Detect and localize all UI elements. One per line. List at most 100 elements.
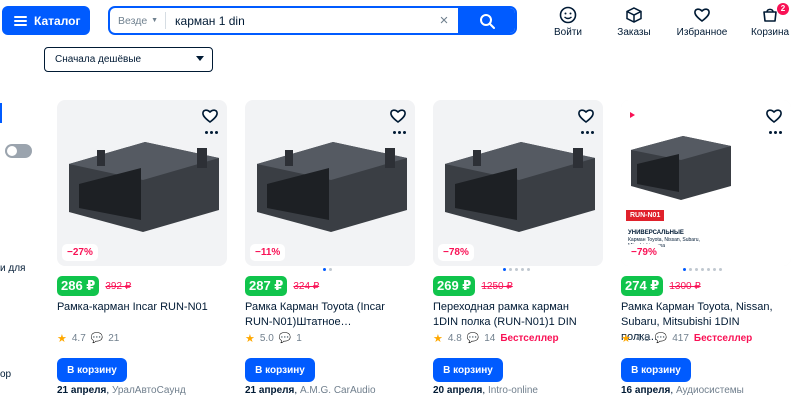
old-price: 1250 ₽ — [481, 280, 513, 292]
search-bar: Везде ▼ × — [108, 6, 517, 35]
rating-row: ★ 4.8 💬 417 Бестселлер — [621, 332, 752, 345]
image-pager — [683, 268, 722, 271]
product-image[interactable]: −78% — [433, 100, 603, 266]
nav-cart[interactable]: 2 Корзина — [750, 3, 790, 38]
price-row: 269 ₽ 1250 ₽ — [433, 276, 513, 296]
box-icon — [626, 7, 642, 23]
header: Каталог Везде ▼ × Войти Заказы — [0, 0, 800, 46]
seller-name[interactable]: A.M.G. CarAudio — [300, 385, 376, 396]
product-card[interactable]: RUN-N01 УНИВЕРСАЛЬНЫЕ Карман Toyota, Nis… — [621, 100, 791, 408]
filter-toggle[interactable] — [5, 144, 32, 158]
product-title[interactable]: Рамка-карман Incar RUN-N01 — [57, 300, 217, 315]
price: 274 ₽ — [621, 276, 664, 296]
image-label: RUN-N01 — [626, 210, 665, 221]
price: 287 ₽ — [245, 276, 288, 296]
product-card[interactable]: −27% 286 ₽ 392 ₽ Рамка-карман Incar RUN-… — [57, 100, 227, 408]
nav-favorites[interactable]: Избранное — [675, 6, 729, 38]
sort-select[interactable]: Сначала дешёвые — [44, 47, 213, 72]
product-image[interactable]: −27% — [57, 100, 227, 266]
nav-login-label: Войти — [554, 27, 582, 38]
price: 269 ₽ — [433, 276, 476, 296]
comment-icon: 💬 — [466, 333, 480, 344]
nav-cart-label: Корзина — [750, 27, 790, 38]
nav-login[interactable]: Войти — [553, 6, 583, 38]
seller-name[interactable]: Аудиосистемы — [676, 385, 744, 396]
delivery-date: 21 апреля — [57, 385, 107, 396]
delivery-date: 21 апреля — [245, 385, 295, 396]
more-options-icon[interactable] — [769, 131, 782, 134]
favorite-heart-icon[interactable] — [389, 107, 407, 130]
delivery-info: 21 апреля, УралАвтоСаунд — [57, 385, 186, 396]
favorite-heart-icon[interactable] — [201, 107, 219, 130]
comment-icon: 💬 — [654, 333, 668, 344]
search-icon — [479, 13, 495, 29]
menu-icon — [14, 15, 27, 26]
discount-badge: −27% — [62, 244, 98, 261]
seller-name[interactable]: УралАвтоСаунд — [112, 385, 186, 396]
product-title[interactable]: Рамка Карман Toyota (Incar RUN-N01)Штатн… — [245, 300, 405, 330]
caret-down-icon — [196, 56, 204, 61]
product-image[interactable]: RUN-N01 УНИВЕРСАЛЬНЫЕ Карман Toyota, Nis… — [621, 100, 791, 266]
nav-orders-label: Заказы — [617, 27, 651, 38]
comment-icon: 💬 — [278, 333, 292, 344]
rating-row: ★ 4.7 💬 21 — [57, 332, 119, 345]
search-button[interactable] — [458, 8, 515, 33]
product-image[interactable]: −11% — [245, 100, 415, 266]
image-pager — [323, 268, 332, 271]
search-scope-label: Везде — [118, 14, 148, 27]
favorite-heart-icon[interactable] — [577, 107, 595, 130]
more-options-icon[interactable] — [581, 131, 594, 134]
review-count: 417 — [672, 333, 689, 344]
product-card[interactable]: −78% 269 ₽ 1250 ₽ Переходная рамка карма… — [433, 100, 603, 408]
product-title[interactable]: Переходная рамка карман 1DIN полка (RUN-… — [433, 300, 593, 330]
rating: 4.7 — [71, 333, 86, 344]
seller-name[interactable]: Intro-online — [488, 385, 538, 396]
rating-row: ★ 5.0 💬 1 — [245, 332, 302, 345]
image-heading: УНИВЕРСАЛЬНЫЕ — [628, 230, 684, 236]
price-row: 287 ₽ 324 ₽ — [245, 276, 319, 296]
image-pager — [503, 268, 530, 271]
old-price: 1300 ₽ — [669, 280, 701, 292]
add-to-cart-button[interactable]: В корзину — [621, 358, 691, 382]
rating-row: ★ 4.8 💬 14 Бестселлер — [433, 332, 559, 345]
add-to-cart-button[interactable]: В корзину — [245, 358, 315, 382]
delivery-date: 16 апреля — [621, 385, 671, 396]
star-icon: ★ — [433, 333, 443, 345]
caret-down-icon: ▼ — [151, 17, 159, 24]
old-price: 324 ₽ — [293, 280, 320, 292]
cart-count-badge: 2 — [777, 3, 789, 15]
filter-indicator — [0, 103, 2, 123]
search-input[interactable] — [166, 13, 430, 28]
favorite-heart-icon[interactable] — [765, 107, 783, 130]
price: 286 ₽ — [57, 276, 100, 296]
rating: 5.0 — [259, 333, 274, 344]
catalog-button[interactable]: Каталог — [2, 6, 90, 35]
product-card[interactable]: −11% 287 ₽ 324 ₽ Рамка Карман Toyota (In… — [245, 100, 415, 408]
more-options-icon[interactable] — [205, 131, 218, 134]
search-scope-select[interactable]: Везде ▼ — [118, 12, 166, 29]
more-options-icon[interactable] — [393, 131, 406, 134]
smile-icon — [559, 6, 577, 24]
filter-label-2: ор — [0, 369, 12, 380]
review-count: 14 — [484, 333, 496, 344]
heart-icon — [694, 8, 710, 23]
old-price: 392 ₽ — [105, 280, 132, 292]
bestseller-badge: Бестселлер — [693, 333, 753, 344]
clear-icon[interactable]: × — [430, 12, 458, 29]
star-icon: ★ — [245, 333, 255, 345]
video-icon[interactable] — [624, 109, 640, 121]
add-to-cart-button[interactable]: В корзину — [433, 358, 503, 382]
comment-icon: 💬 — [90, 333, 104, 344]
review-count: 1 — [296, 333, 302, 344]
nav-favorites-label: Избранное — [676, 27, 728, 38]
delivery-date: 20 апреля — [433, 385, 483, 396]
delivery-info: 20 апреля, Intro-online — [433, 385, 538, 396]
add-to-cart-button[interactable]: В корзину — [57, 358, 127, 382]
catalog-label: Каталог — [34, 13, 81, 28]
bestseller-badge: Бестселлер — [500, 333, 559, 344]
delivery-info: 21 апреля, A.M.G. CarAudio — [245, 385, 376, 396]
nav-orders[interactable]: Заказы — [616, 6, 652, 38]
sort-label: Сначала дешёвые — [55, 54, 142, 65]
rating: 4.8 — [447, 333, 462, 344]
price-row: 274 ₽ 1300 ₽ — [621, 276, 701, 296]
